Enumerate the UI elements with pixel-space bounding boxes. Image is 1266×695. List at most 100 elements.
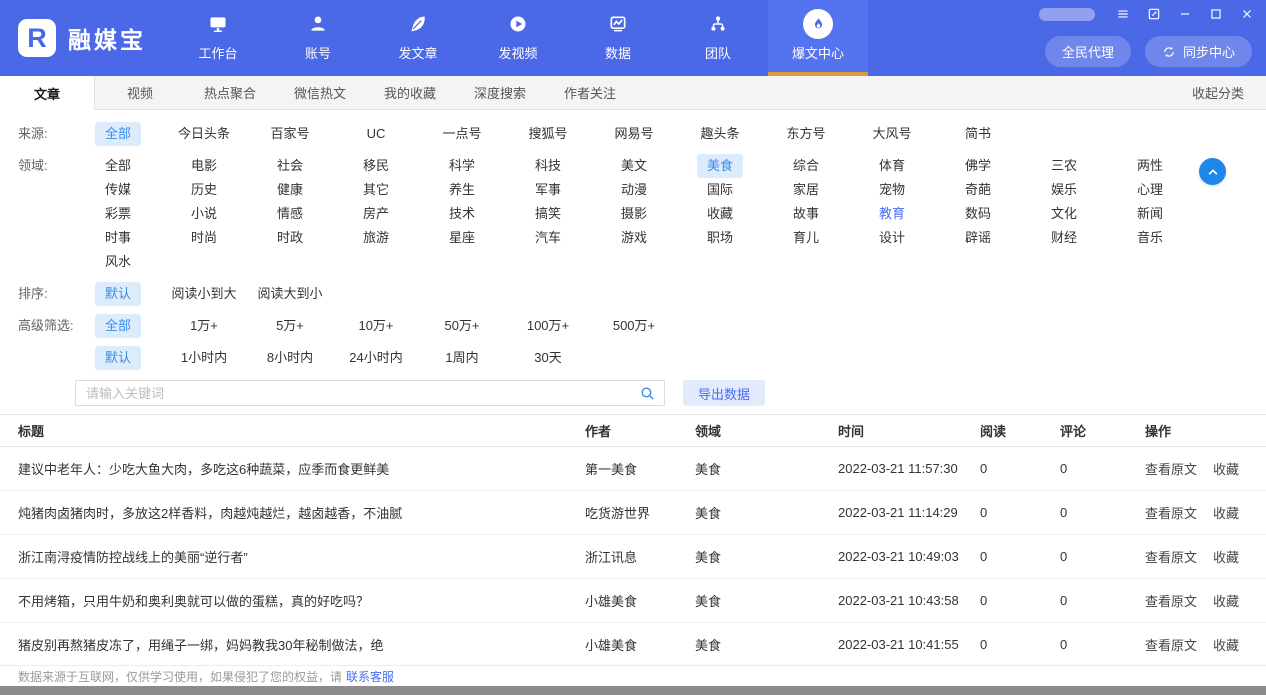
domain-chip[interactable]: 财经 (1041, 226, 1087, 250)
domain-chip[interactable]: 彩票 (95, 202, 141, 226)
domain-chip[interactable]: 搞笑 (525, 202, 571, 226)
reads-filter-chip[interactable]: 5万+ (266, 314, 314, 338)
sync-center-button[interactable]: 同步中心 (1145, 36, 1252, 67)
domain-chip[interactable]: 娱乐 (1041, 178, 1087, 202)
domain-chip[interactable]: 时尚 (181, 226, 227, 250)
table-row[interactable]: 猪皮别再熬猪皮冻了，用绳子一绑，妈妈教我30年秘制做法，绝 小雄美食 美食 20… (0, 623, 1266, 667)
domain-chip[interactable]: 摄影 (611, 202, 657, 226)
domain-chip[interactable]: 体育 (869, 154, 915, 178)
source-chip[interactable]: 东方号 (776, 122, 835, 146)
source-chip[interactable]: 趣头条 (690, 122, 749, 146)
sort-chip[interactable]: 默认 (95, 282, 141, 306)
domain-chip[interactable]: 养生 (439, 178, 485, 202)
tab[interactable]: 文章 (0, 76, 95, 110)
domain-chip[interactable]: 历史 (181, 178, 227, 202)
domain-chip[interactable]: 育儿 (783, 226, 829, 250)
domain-chip[interactable]: 星座 (439, 226, 485, 250)
source-chip[interactable]: 一点号 (432, 122, 491, 146)
time-filter-chip[interactable]: 30天 (524, 346, 571, 370)
reads-filter-chip[interactable]: 50万+ (434, 314, 489, 338)
contact-support-link[interactable]: 联系客服 (346, 668, 394, 685)
reads-filter-chip[interactable]: 500万+ (603, 314, 665, 338)
favorite-link[interactable]: 收藏 (1213, 635, 1239, 654)
keyword-search-input[interactable] (86, 386, 639, 401)
domain-chip[interactable]: 健康 (267, 178, 313, 202)
domain-chip[interactable]: 军事 (525, 178, 571, 202)
time-filter-chip[interactable]: 默认 (95, 346, 141, 370)
domain-chip[interactable]: 动漫 (611, 178, 657, 202)
view-original-link[interactable]: 查看原文 (1145, 459, 1197, 478)
source-chip[interactable]: 网易号 (604, 122, 663, 146)
domain-chip[interactable]: 数码 (955, 202, 1001, 226)
favorite-link[interactable]: 收藏 (1213, 503, 1239, 522)
source-chip[interactable]: 大风号 (862, 122, 921, 146)
table-row[interactable]: 浙江南浔疫情防控战线上的美丽“逆行者” 浙江讯息 美食 2022-03-21 1… (0, 535, 1266, 579)
domain-chip[interactable]: 风水 (95, 250, 141, 274)
domain-chip[interactable]: 汽车 (525, 226, 571, 250)
time-filter-chip[interactable]: 1小时内 (171, 346, 237, 370)
domain-chip[interactable]: 文化 (1041, 202, 1087, 226)
domain-chip[interactable]: 家居 (783, 178, 829, 202)
domain-chip[interactable]: 房产 (353, 202, 399, 226)
domain-chip[interactable]: 佛学 (955, 154, 1001, 178)
domain-chip[interactable]: 心理 (1127, 178, 1173, 202)
nav-item-hot-center[interactable]: 爆文中心 (768, 0, 868, 76)
view-original-link[interactable]: 查看原文 (1145, 503, 1197, 522)
source-chip[interactable]: 全部 (95, 122, 141, 146)
table-row[interactable]: 建议中老年人：少吃大鱼大肉，多吃这6种蔬菜，应季而食更鲜美 第一美食 美食 20… (0, 447, 1266, 491)
table-row[interactable]: 炖猪肉卤猪肉时，多放这2样香料，肉越炖越烂，越卤越香，不油腻 吃货游世界 美食 … (0, 491, 1266, 535)
nav-item-publish-article[interactable]: 发文章 (368, 0, 468, 76)
close-button[interactable] (1240, 7, 1254, 21)
favorite-link[interactable]: 收藏 (1213, 591, 1239, 610)
view-original-link[interactable]: 查看原文 (1145, 547, 1197, 566)
minimize-button[interactable] (1178, 7, 1192, 21)
domain-chip[interactable]: 奇葩 (955, 178, 1001, 202)
domain-chip[interactable]: 新闻 (1127, 202, 1173, 226)
domain-chip[interactable]: 国际 (697, 178, 743, 202)
feedback-icon[interactable] (1147, 7, 1161, 21)
favorite-link[interactable]: 收藏 (1213, 459, 1239, 478)
domain-chip[interactable]: 科技 (525, 154, 571, 178)
nav-item-team[interactable]: 团队 (668, 0, 768, 76)
domain-chip[interactable]: 传媒 (95, 178, 141, 202)
domain-chip[interactable]: 全部 (95, 154, 141, 178)
view-original-link[interactable]: 查看原文 (1145, 591, 1197, 610)
source-chip[interactable]: UC (354, 122, 398, 146)
sort-chip[interactable]: 阅读大到小 (247, 282, 332, 306)
export-data-button[interactable]: 导出数据 (683, 380, 765, 406)
domain-chip[interactable]: 情感 (267, 202, 313, 226)
domain-chip[interactable]: 移民 (353, 154, 399, 178)
domain-chip[interactable]: 技术 (439, 202, 485, 226)
nav-item-account[interactable]: 账号 (268, 0, 368, 76)
nav-item-workbench[interactable]: 工作台 (168, 0, 268, 76)
domain-chip[interactable]: 两性 (1127, 154, 1173, 178)
domain-chip[interactable]: 三农 (1041, 154, 1087, 178)
maximize-button[interactable] (1209, 7, 1223, 21)
time-filter-chip[interactable]: 8小时内 (257, 346, 323, 370)
reads-filter-chip[interactable]: 10万+ (348, 314, 403, 338)
source-chip[interactable]: 搜狐号 (518, 122, 577, 146)
source-chip[interactable]: 今日头条 (168, 122, 240, 146)
domain-chip[interactable]: 时事 (95, 226, 141, 250)
agent-button[interactable]: 全民代理 (1045, 36, 1131, 67)
domain-chip[interactable]: 综合 (783, 154, 829, 178)
domain-chip[interactable]: 时政 (267, 226, 313, 250)
reads-filter-chip[interactable]: 100万+ (517, 314, 579, 338)
domain-chip[interactable]: 辟谣 (955, 226, 1001, 250)
domain-chip[interactable]: 故事 (783, 202, 829, 226)
domain-chip[interactable]: 小说 (181, 202, 227, 226)
tab[interactable]: 微信热文 (275, 76, 365, 109)
favorite-link[interactable]: 收藏 (1213, 547, 1239, 566)
menu-icon[interactable] (1116, 7, 1130, 21)
domain-chip[interactable]: 音乐 (1127, 226, 1173, 250)
time-filter-chip[interactable]: 24小时内 (339, 346, 412, 370)
domain-chip[interactable]: 科学 (439, 154, 485, 178)
domain-chip[interactable]: 收藏 (697, 202, 743, 226)
table-row[interactable]: 不用烤箱，只用牛奶和奥利奥就可以做的蛋糕，真的好吃吗？ 小雄美食 美食 2022… (0, 579, 1266, 623)
source-chip[interactable]: 简书 (955, 122, 1001, 146)
view-original-link[interactable]: 查看原文 (1145, 635, 1197, 654)
domain-chip[interactable]: 职场 (697, 226, 743, 250)
domain-chip[interactable]: 游戏 (611, 226, 657, 250)
source-chip[interactable]: 百家号 (260, 122, 319, 146)
collapse-panel-button[interactable] (1199, 158, 1226, 185)
